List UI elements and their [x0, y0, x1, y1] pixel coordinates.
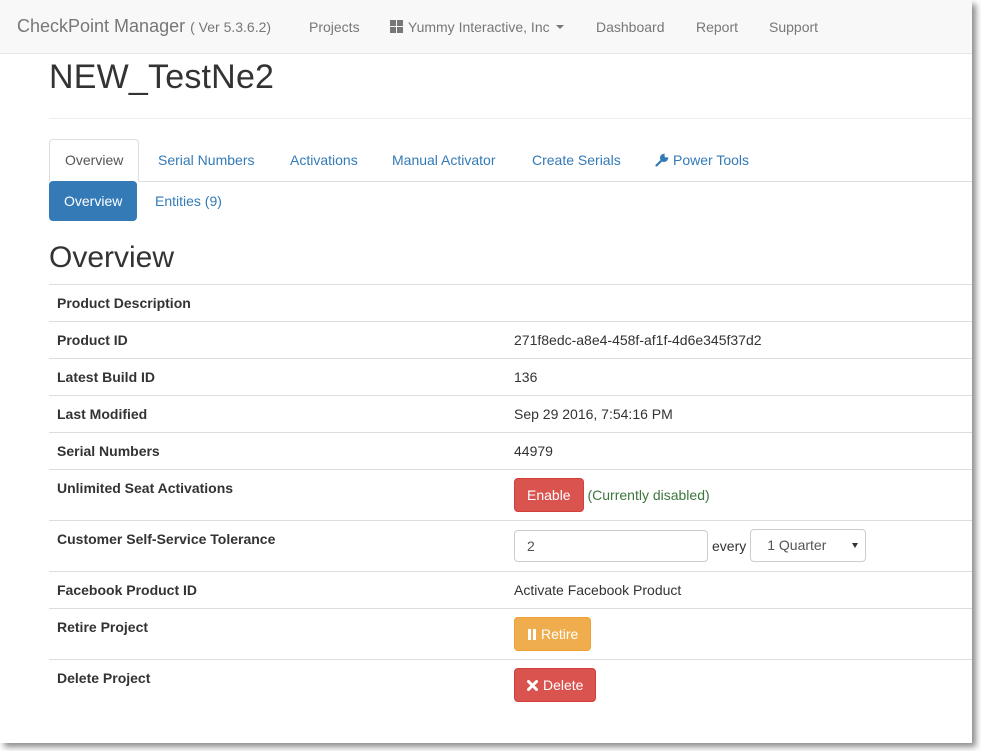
every-label: every [712, 537, 747, 554]
tab-power-tools-label: Power Tools [673, 152, 750, 168]
section-title: Overview [49, 241, 175, 274]
retire-controls: Retire [514, 617, 592, 651]
select-arrow-icon [852, 543, 859, 548]
tab-activations[interactable]: Activations [275, 139, 373, 180]
product-id-value: 271f8edc-a8e4-458f-af1f-4d6e345f37d2 [514, 332, 762, 348]
table-row: Serial Numbers 44979 [49, 432, 972, 469]
grid-icon [390, 20, 403, 33]
tab-power-tools[interactable]: Power Tools [640, 139, 764, 180]
app-window: CheckPoint Manager ( Ver 5.3.6.2) Projec… [0, 0, 972, 743]
retire-button-label: Retire [541, 626, 579, 642]
wrench-icon [655, 153, 669, 167]
disabled-status: (Currently disabled) [587, 487, 710, 503]
table-row: Product Description [49, 284, 972, 321]
latest-build-value: 136 [514, 369, 538, 385]
period-select[interactable]: 1 Quarter [750, 529, 867, 562]
tab-overview[interactable]: Overview [49, 139, 140, 182]
tab-manual-activator[interactable]: Manual Activator [377, 139, 511, 180]
pause-icon [528, 629, 536, 640]
nav-company-dropdown[interactable]: Yummy Interactive, Inc [390, 19, 564, 35]
last-modified-value: Sep 29 2016, 7:54:16 PM [514, 406, 673, 422]
delete-button-label: Delete [543, 677, 584, 693]
top-navbar: CheckPoint Manager ( Ver 5.3.6.2) Projec… [0, 0, 972, 54]
unlimited-seat-controls: Enable (Currently disabled) [514, 478, 710, 512]
product-description-label: Product Description [57, 295, 191, 311]
nav-support[interactable]: Support [769, 19, 818, 35]
tolerance-controls: 2 every 1 Quarter [514, 529, 867, 562]
main-tabs: Overview Serial Numbers Activations Manu… [49, 139, 972, 182]
latest-build-label: Latest Build ID [57, 369, 156, 385]
activate-facebook-link[interactable]: Activate Facebook Product [514, 582, 681, 598]
page-title: NEW_TestNe2 [49, 58, 275, 96]
company-label: Yummy Interactive, Inc [408, 19, 550, 35]
table-row: Unlimited Seat Activations Enable (Curre… [49, 469, 972, 520]
pill-entities[interactable]: Entities (9) [140, 181, 237, 221]
tolerance-input[interactable]: 2 [514, 529, 708, 562]
nav-dashboard[interactable]: Dashboard [596, 19, 665, 35]
last-modified-label: Last Modified [57, 406, 148, 422]
brand-name[interactable]: CheckPoint Manager [17, 16, 185, 36]
overview-table: Product Description Product ID 271f8edc-… [49, 284, 972, 710]
delete-button[interactable]: Delete [514, 668, 597, 702]
enable-button[interactable]: Enable [514, 478, 584, 512]
table-row: Customer Self-Service Tolerance 2 every 1 … [49, 520, 972, 571]
tab-create-serials[interactable]: Create Serials [517, 139, 636, 180]
tolerance-label: Customer Self-Service Tolerance [57, 531, 276, 547]
unlimited-seat-label: Unlimited Seat Activations [57, 480, 234, 496]
close-icon [527, 680, 538, 691]
table-row: Facebook Product ID Activate Facebook Pr… [49, 571, 972, 608]
facebook-label: Facebook Product ID [57, 582, 198, 598]
delete-controls: Delete [514, 668, 597, 702]
table-row: Retire Project Retire [49, 608, 972, 659]
brand[interactable]: CheckPoint Manager ( Ver 5.3.6.2) [17, 16, 271, 37]
product-id-label: Product ID [57, 332, 128, 348]
nav-projects[interactable]: Projects [309, 19, 360, 35]
divider [49, 118, 972, 119]
version-label: ( Ver 5.3.6.2) [190, 19, 272, 35]
table-row: Latest Build ID 136 [49, 358, 972, 395]
tab-serial-numbers[interactable]: Serial Numbers [143, 139, 269, 180]
retire-button[interactable]: Retire [514, 617, 592, 651]
table-row: Product ID 271f8edc-a8e4-458f-af1f-4d6e3… [49, 321, 972, 358]
serial-numbers-label: Serial Numbers [57, 443, 160, 459]
retire-label: Retire Project [57, 619, 149, 635]
nav-report[interactable]: Report [696, 19, 738, 35]
table-row: Last Modified Sep 29 2016, 7:54:16 PM [49, 395, 972, 432]
serial-numbers-link[interactable]: 44979 [514, 443, 553, 459]
pill-overview[interactable]: Overview [49, 181, 138, 221]
period-select-value: 1 Quarter [767, 537, 827, 553]
caret-down-icon [555, 25, 564, 29]
table-row: Delete Project Delete [49, 659, 972, 710]
delete-label: Delete Project [57, 670, 151, 686]
